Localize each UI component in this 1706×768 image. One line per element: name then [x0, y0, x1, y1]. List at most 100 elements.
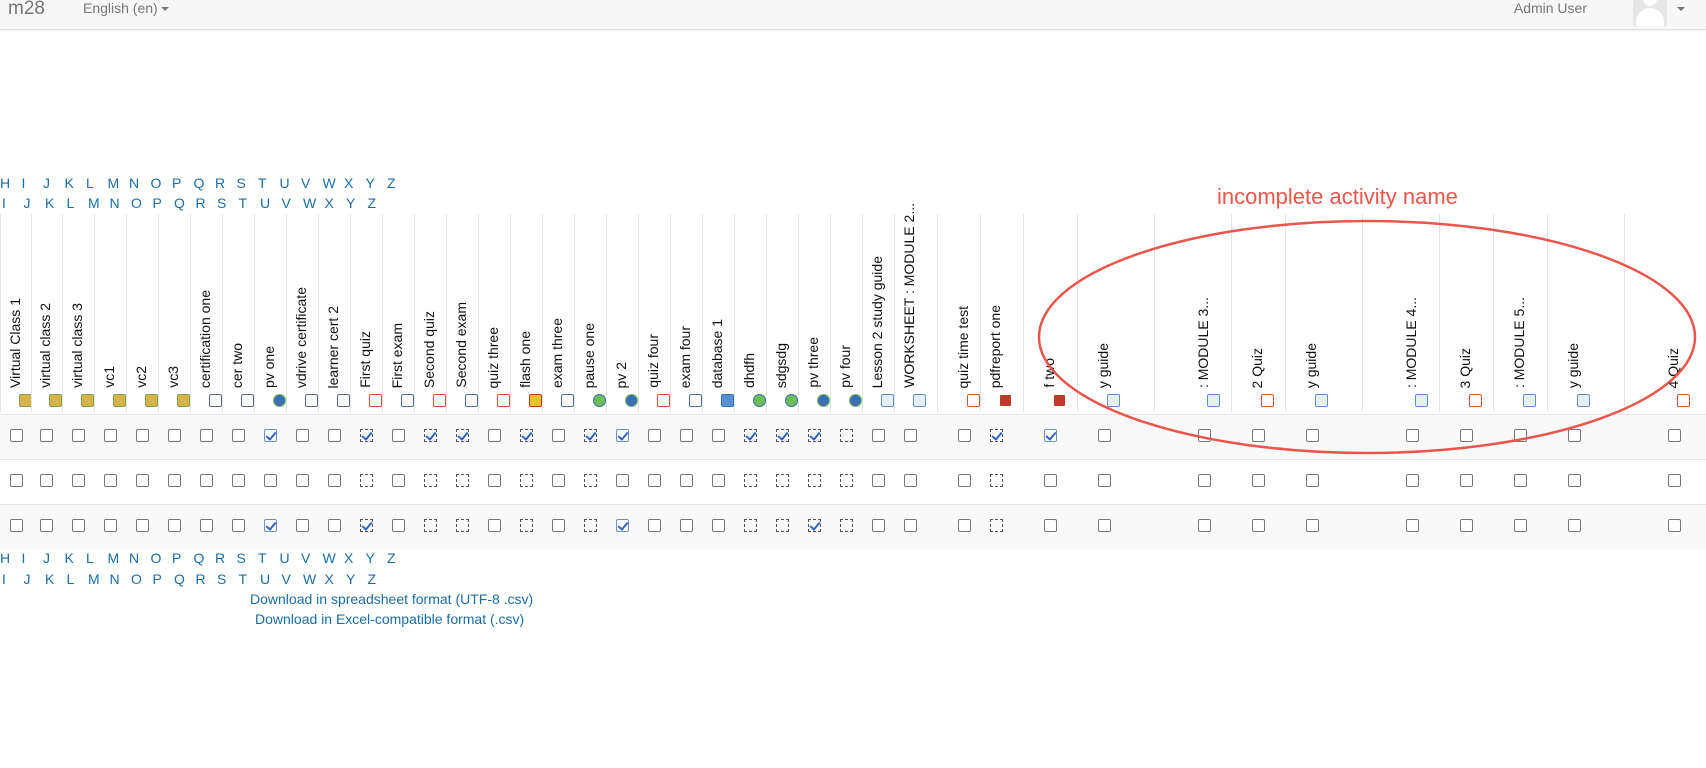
letter-link[interactable]: N — [129, 550, 151, 566]
completion-checkbox[interactable] — [392, 474, 405, 487]
completion-checkbox[interactable] — [40, 519, 53, 532]
completion-checkbox[interactable] — [488, 429, 501, 442]
activity-name[interactable]: vdrive certificate — [293, 287, 309, 388]
completion-checkbox[interactable] — [1098, 429, 1111, 442]
activity-name[interactable]: First quiz — [357, 331, 373, 388]
letter-link[interactable]: V — [301, 175, 323, 191]
language-menu[interactable]: English (en) — [83, 0, 169, 16]
activity-name[interactable]: 4 Quiz — [1665, 348, 1681, 388]
letter-link[interactable]: O — [151, 550, 173, 566]
letter-link[interactable]: M — [88, 195, 110, 211]
completion-checkbox[interactable] — [1252, 474, 1265, 487]
download-csv-link[interactable]: Download in spreadsheet format (UTF-8 .c… — [250, 591, 533, 607]
letter-link[interactable]: P — [153, 195, 175, 211]
completion-checkbox[interactable] — [264, 519, 277, 532]
completion-checkbox[interactable] — [136, 474, 149, 487]
activity-name[interactable]: pv 2 — [613, 362, 629, 388]
completion-checkbox[interactable] — [1044, 474, 1057, 487]
activity-name[interactable]: database 1 — [709, 319, 725, 388]
completion-checkbox[interactable] — [1406, 474, 1419, 487]
letter-link[interactable]: N — [129, 175, 151, 191]
completion-checkbox[interactable] — [1568, 474, 1581, 487]
completion-checkbox[interactable] — [1406, 519, 1419, 532]
completion-checkbox[interactable] — [1306, 519, 1319, 532]
completion-checkbox[interactable] — [328, 519, 341, 532]
completion-checkbox[interactable] — [872, 429, 885, 442]
activity-name[interactable]: Lesson 2 study guide — [869, 256, 885, 388]
letter-link[interactable]: X — [344, 175, 366, 191]
completion-checkbox[interactable] — [1252, 429, 1265, 442]
completion-checkbox[interactable] — [1198, 474, 1211, 487]
completion-checkbox[interactable] — [10, 519, 23, 532]
completion-checkbox[interactable] — [872, 519, 885, 532]
activity-name[interactable]: virtual class 3 — [69, 303, 85, 388]
completion-checkbox[interactable] — [392, 519, 405, 532]
completion-checkbox[interactable] — [40, 429, 53, 442]
letter-link[interactable]: I — [2, 195, 24, 211]
letter-link[interactable]: R — [196, 571, 218, 587]
letter-link[interactable]: X — [325, 571, 347, 587]
completion-checkbox[interactable] — [958, 429, 971, 442]
completion-checkbox[interactable] — [648, 519, 661, 532]
letter-link[interactable]: J — [43, 550, 65, 566]
activity-name[interactable]: : MODULE 3... — [1195, 297, 1211, 388]
letter-link[interactable]: T — [258, 550, 280, 566]
completion-checkbox[interactable] — [680, 429, 693, 442]
letter-link[interactable]: O — [151, 175, 173, 191]
completion-checkbox[interactable] — [200, 519, 213, 532]
activity-name[interactable]: Second quiz — [421, 311, 437, 388]
completion-checkbox[interactable] — [1044, 429, 1057, 442]
letter-link[interactable]: Q — [174, 571, 196, 587]
activity-name[interactable]: vc2 — [133, 366, 149, 388]
activity-name[interactable]: dhdfh — [741, 353, 757, 388]
completion-checkbox[interactable] — [1198, 429, 1211, 442]
completion-checkbox[interactable] — [552, 429, 565, 442]
user-menu-chevron-icon[interactable] — [1677, 7, 1685, 11]
completion-checkbox[interactable] — [1252, 519, 1265, 532]
letter-link[interactable]: R — [196, 195, 218, 211]
activity-name[interactable]: flash one — [517, 331, 533, 388]
completion-checkbox[interactable] — [1668, 519, 1681, 532]
letter-link[interactable]: M — [108, 550, 130, 566]
site-brand[interactable]: m28 — [8, 0, 45, 20]
completion-checkbox[interactable] — [1198, 519, 1211, 532]
completion-checkbox[interactable] — [648, 429, 661, 442]
letter-link[interactable]: J — [24, 195, 46, 211]
completion-checkbox[interactable] — [72, 429, 85, 442]
activity-name[interactable]: : MODULE 4... — [1403, 297, 1419, 388]
letter-link[interactable]: T — [239, 571, 261, 587]
completion-checkbox[interactable] — [10, 474, 23, 487]
activity-name[interactable]: virtual class 2 — [37, 303, 53, 388]
letter-link[interactable]: Y — [366, 175, 388, 191]
completion-checkbox[interactable] — [488, 474, 501, 487]
download-excel-link[interactable]: Download in Excel-compatible format (.cs… — [255, 611, 524, 627]
completion-checkbox[interactable] — [104, 519, 117, 532]
completion-checkbox[interactable] — [1668, 474, 1681, 487]
completion-checkbox[interactable] — [1568, 519, 1581, 532]
completion-checkbox[interactable] — [328, 429, 341, 442]
completion-checkbox[interactable] — [552, 474, 565, 487]
letter-link[interactable]: W — [303, 195, 325, 211]
activity-name[interactable]: : MODULE 5... — [1511, 297, 1527, 388]
letter-link[interactable]: P — [172, 175, 194, 191]
letter-link[interactable]: X — [344, 550, 366, 566]
completion-checkbox[interactable] — [136, 519, 149, 532]
completion-checkbox[interactable] — [904, 474, 917, 487]
completion-checkbox[interactable] — [1306, 429, 1319, 442]
completion-checkbox[interactable] — [904, 519, 917, 532]
avatar[interactable] — [1633, 0, 1667, 26]
completion-checkbox[interactable] — [1460, 474, 1473, 487]
letter-link[interactable]: P — [153, 571, 175, 587]
completion-checkbox[interactable] — [552, 519, 565, 532]
activity-name[interactable]: y guide — [1303, 343, 1319, 388]
completion-checkbox[interactable] — [328, 474, 341, 487]
letter-link[interactable]: Q — [194, 550, 216, 566]
completion-checkbox[interactable] — [616, 474, 629, 487]
letter-link[interactable]: I — [22, 550, 44, 566]
activity-name[interactable]: y guide — [1565, 343, 1581, 388]
activity-name[interactable]: quiz time test — [955, 306, 971, 388]
letter-link[interactable]: P — [172, 550, 194, 566]
completion-checkbox[interactable] — [616, 429, 629, 442]
completion-checkbox[interactable] — [264, 429, 277, 442]
completion-checkbox[interactable] — [40, 474, 53, 487]
